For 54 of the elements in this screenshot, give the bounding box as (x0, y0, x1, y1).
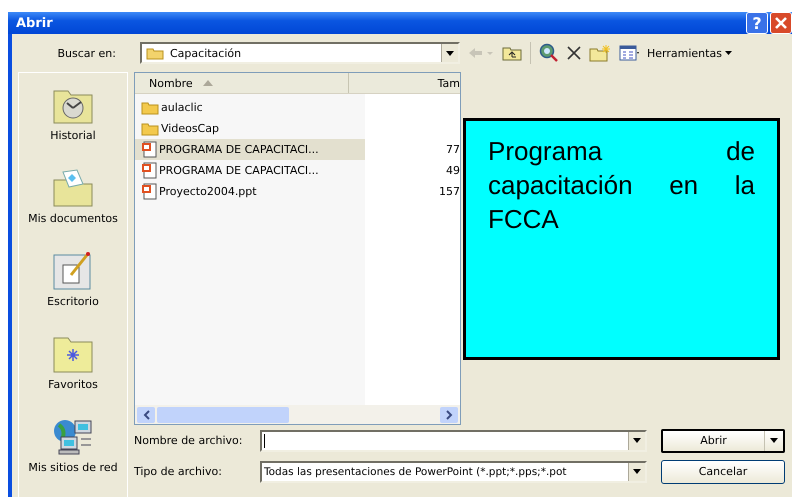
scroll-right-icon[interactable] (440, 406, 458, 422)
file-size: 49 (445, 164, 460, 177)
look-in-dropdown[interactable]: Capacitación (140, 42, 460, 64)
folder-icon (146, 46, 164, 60)
view-menu-icon[interactable] (619, 45, 639, 61)
file-item[interactable]: VideosCap (135, 118, 365, 139)
column-header[interactable]: Tam (349, 73, 460, 93)
sort-arrow-icon (202, 80, 213, 86)
file-type-dropdown[interactable]: Todas las presentaciones de PowerPoint (*.ppt;*.pps;*.pot (260, 460, 647, 482)
file-item[interactable]: aulaclic (135, 97, 365, 118)
file-type-label: Tipo de archivo: (134, 465, 223, 478)
file-item[interactable]: PROGRAMA DE CAPACITACI... (135, 139, 365, 160)
look-in-label: Buscar en: (56, 46, 116, 60)
place-label: Favoritos (48, 378, 98, 391)
place-item[interactable]: Mis sitios de red (19, 417, 127, 497)
place-item[interactable]: Historial (19, 85, 127, 168)
up-folder-icon[interactable] (502, 45, 522, 61)
dropdown-arrow-icon[interactable] (633, 438, 641, 443)
slide-text: Programa de capacitación en la FCCA (488, 135, 755, 236)
dropdown-arrow-icon[interactable] (446, 50, 454, 56)
caret-icon (724, 51, 732, 55)
help-button[interactable]: ? (746, 12, 768, 34)
presentation-file-icon (141, 162, 157, 179)
place-label: Escritorio (47, 295, 99, 308)
folder-icon (141, 100, 159, 114)
place-label: Mis documentos (28, 212, 118, 225)
dropdown-arrow-icon[interactable] (633, 469, 641, 474)
horizontal-scrollbar[interactable] (135, 405, 460, 424)
column-header[interactable]: Nombre (135, 73, 349, 93)
window-title: Abrir (16, 16, 53, 30)
close-icon (774, 16, 788, 30)
file-name-field[interactable] (260, 430, 647, 452)
file-name-label: Nombre de archivo: (134, 434, 244, 447)
delete-icon[interactable] (567, 46, 581, 60)
place-item[interactable]: Escritorio (19, 251, 127, 334)
file-size: 77 (445, 143, 460, 156)
tools-menu[interactable]: Herramientas (647, 46, 732, 60)
place-item[interactable]: Mis documentos (19, 168, 127, 251)
file-item[interactable]: PROGRAMA DE CAPACITACI... (135, 160, 365, 181)
close-button[interactable] (770, 12, 792, 34)
file-size: 157 (438, 185, 460, 198)
scroll-left-icon[interactable] (137, 406, 155, 422)
file-item[interactable]: Proyecto2004.ppt (135, 181, 365, 202)
place-label: Historial (50, 129, 96, 142)
new-folder-icon[interactable] (589, 44, 611, 62)
cancel-button[interactable]: Cancelar (661, 460, 785, 484)
web-search-icon[interactable] (539, 43, 559, 63)
presentation-file-icon (141, 183, 157, 200)
open-button[interactable]: Abrir (661, 428, 785, 452)
place-label: Mis sitios de red (28, 461, 118, 474)
presentation-file-icon (141, 141, 157, 158)
place-item[interactable]: Favoritos (19, 334, 127, 417)
documents-folder-icon (51, 168, 95, 208)
folder-icon (141, 122, 159, 136)
